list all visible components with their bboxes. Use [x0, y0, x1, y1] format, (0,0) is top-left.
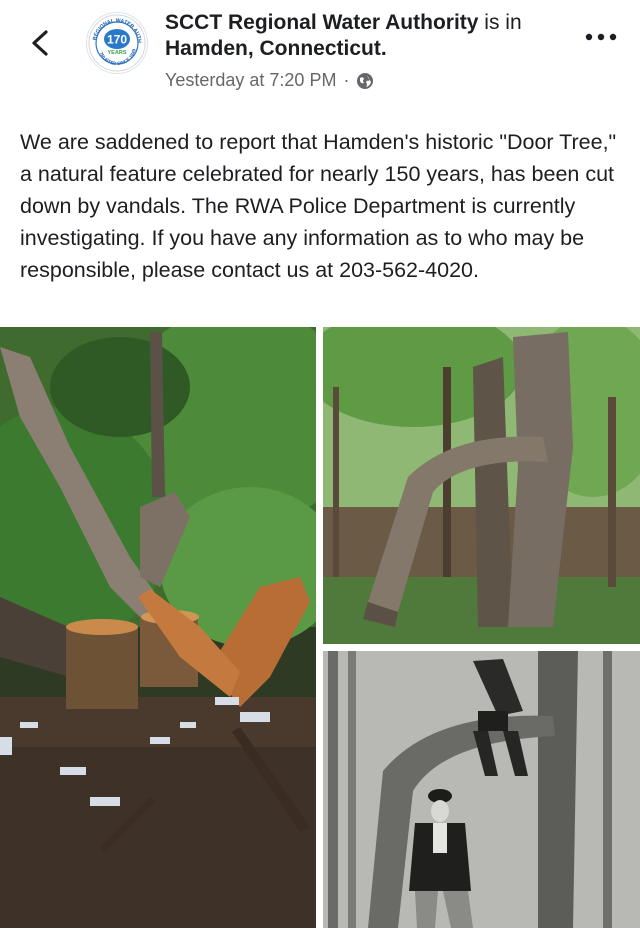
post-meta: Yesterday at 7:20 PM · — [165, 70, 374, 91]
chevron-left-icon[interactable] — [26, 28, 56, 58]
photo-cut-tree[interactable] — [0, 327, 316, 928]
post-title: SCCT Regional Water Authority is in Hamd… — [165, 10, 565, 62]
svg-text:YEARS: YEARS — [108, 50, 127, 56]
checkin-prefix: is in — [478, 11, 522, 34]
globe-icon — [357, 72, 374, 89]
page-name-link[interactable]: SCCT Regional Water Authority — [165, 11, 478, 34]
location-link[interactable]: Hamden, Connecticut. — [165, 37, 387, 60]
more-options-icon[interactable] — [584, 30, 618, 44]
photo-door-tree-historic[interactable] — [323, 651, 640, 928]
bottom-spacer — [0, 928, 640, 937]
cut-tree-image — [0, 327, 316, 928]
door-tree-color-image — [323, 327, 640, 644]
post-body-text: We are saddened to report that Hamden's … — [20, 130, 617, 282]
svg-text:170: 170 — [107, 33, 127, 47]
timestamp-link[interactable]: Yesterday at 7:20 PM — [165, 70, 336, 91]
photo-door-tree-color[interactable] — [323, 327, 640, 644]
regional-water-authority-logo: REGIONAL WATER AUTHORITY TRUSTED SINCE 1… — [87, 13, 146, 72]
door-tree-historic-image — [323, 651, 640, 928]
page-avatar[interactable]: REGIONAL WATER AUTHORITY TRUSTED SINCE 1… — [86, 12, 148, 74]
post-header: REGIONAL WATER AUTHORITY TRUSTED SINCE 1… — [0, 0, 640, 110]
meta-separator: · — [343, 70, 350, 90]
